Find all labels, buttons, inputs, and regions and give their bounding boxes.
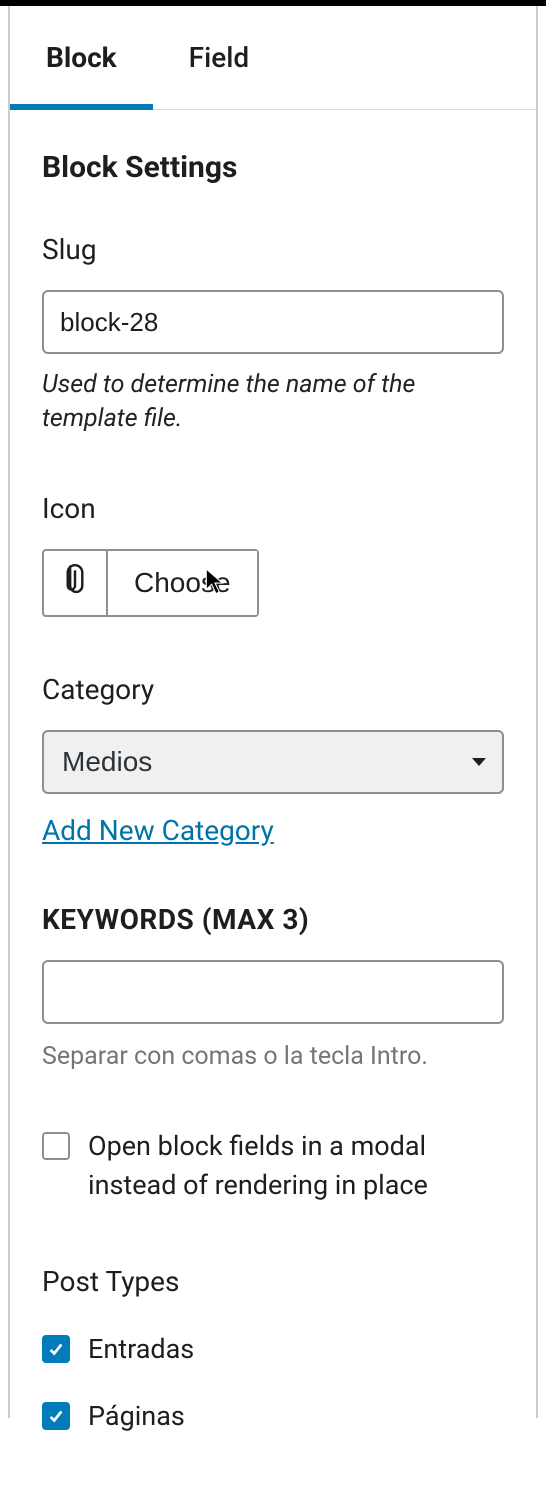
tab-field[interactable]: Field (153, 6, 285, 109)
slug-label: Slug (42, 233, 504, 266)
icon-preview (44, 551, 108, 615)
slug-input[interactable] (42, 290, 504, 354)
keywords-field-group: KEYWORDS (MAX 3) Separar con comas o la … (42, 903, 504, 1071)
post-types-label: Post Types (42, 1265, 504, 1298)
add-category-link[interactable]: Add New Category (42, 814, 274, 847)
post-type-label: Páginas (88, 1397, 185, 1436)
settings-panel: Block Field Block Settings Slug Used to … (8, 6, 538, 1418)
slug-field-group: Slug Used to determine the name of the t… (42, 233, 504, 436)
content-area: Block Settings Slug Used to determine th… (10, 110, 536, 1504)
post-type-checkbox-entradas[interactable] (42, 1335, 70, 1363)
category-field-group: Category Medios Add New Category (42, 673, 504, 847)
modal-checkbox-row: Open block fields in a modal instead of … (42, 1127, 504, 1205)
post-type-label: Entradas (88, 1330, 194, 1369)
icon-field-group: Icon Choose (42, 492, 504, 617)
tab-block[interactable]: Block (10, 6, 153, 109)
modal-checkbox-label: Open block fields in a modal instead of … (88, 1127, 504, 1205)
icon-selector: Choose (42, 549, 259, 617)
section-title: Block Settings (42, 150, 504, 185)
post-type-row-entradas: Entradas (42, 1330, 504, 1369)
post-type-checkbox-paginas[interactable] (42, 1402, 70, 1430)
keywords-input[interactable] (42, 960, 504, 1024)
choose-icon-button[interactable]: Choose (108, 551, 257, 615)
category-label: Category (42, 673, 504, 706)
keywords-label: KEYWORDS (MAX 3) (42, 903, 504, 936)
icon-label: Icon (42, 492, 504, 525)
tabs-container: Block Field (10, 6, 536, 110)
post-type-row-paginas: Páginas (42, 1397, 504, 1436)
modal-checkbox[interactable] (42, 1132, 70, 1160)
slug-help-text: Used to determine the name of the templa… (42, 368, 504, 436)
keywords-help-text: Separar con comas o la tecla Intro. (42, 1042, 504, 1071)
paperclip-icon (60, 564, 90, 602)
category-select[interactable]: Medios (42, 730, 504, 794)
category-select-wrapper: Medios (42, 730, 504, 794)
